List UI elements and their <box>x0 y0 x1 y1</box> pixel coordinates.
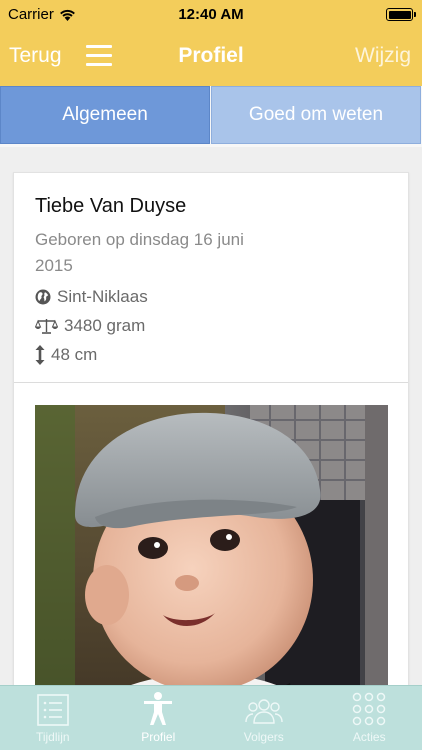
profile-name: Tiebe Van Duyse <box>35 195 187 217</box>
status-bar: Carrier 12:40 AM <box>0 0 422 30</box>
timeline-list-icon <box>36 694 69 726</box>
profile-content[interactable]: Tiebe Van Duyse Geboren op dinsdag 16 ju… <box>0 147 422 685</box>
weight-row: 3480 gram <box>35 315 388 337</box>
birth-place-row: Sint-Niklaas <box>35 286 388 308</box>
birth-weight: 3480 gram <box>64 316 146 335</box>
tab-volgers[interactable]: Volgers <box>211 686 317 750</box>
profile-info: Tiebe Van Duyse Geboren op dinsdag 16 ju… <box>14 173 408 383</box>
bottom-tab-bar: Tijdlijn Profiel Volgers Acties <box>0 685 422 750</box>
person-icon <box>144 692 173 725</box>
tab-volgers-label: Volgers <box>243 730 284 744</box>
tab-algemeen[interactable]: Algemeen <box>0 86 210 144</box>
globe-icon <box>35 289 51 305</box>
birth-date-line1: Geboren op dinsdag 16 juni <box>35 230 244 249</box>
tab-profiel[interactable]: Profiel <box>106 686 212 750</box>
tab-acties-label: Acties <box>352 730 386 744</box>
profile-card: Tiebe Van Duyse Geboren op dinsdag 16 ju… <box>13 172 409 685</box>
tab-acties[interactable]: Acties <box>317 686 422 750</box>
baby-photo <box>35 405 388 685</box>
birth-place: Sint-Niklaas <box>57 287 148 306</box>
tab-tijdlijn-label: Tijdlijn <box>35 730 70 744</box>
edit-button[interactable]: Wijzig <box>355 44 411 68</box>
birth-date-line2: 2015 <box>35 256 73 275</box>
scale-icon <box>35 319 58 334</box>
segment-tabs: Algemeen Goed om weten <box>0 86 422 147</box>
actions-grid-icon <box>353 692 386 726</box>
followers-group-icon <box>245 699 283 724</box>
tab-tijdlijn[interactable]: Tijdlijn <box>0 686 106 750</box>
profile-photo[interactable] <box>35 405 388 685</box>
vertical-arrows-icon <box>35 345 45 365</box>
length-row: 48 cm <box>35 344 388 366</box>
birth-date: Geboren op dinsdag 16 juni 2015 <box>35 227 295 279</box>
navigation-bar: Terug Profiel Wijzig <box>0 30 422 86</box>
tab-profiel-label: Profiel <box>141 730 176 744</box>
top-bar: Carrier 12:40 AM Terug Profiel Wijzig <box>0 0 422 86</box>
status-time: 12:40 AM <box>178 6 244 23</box>
birth-length: 48 cm <box>51 345 98 364</box>
tab-goed-om-weten[interactable]: Goed om weten <box>211 86 421 144</box>
battery-icon <box>386 8 416 21</box>
